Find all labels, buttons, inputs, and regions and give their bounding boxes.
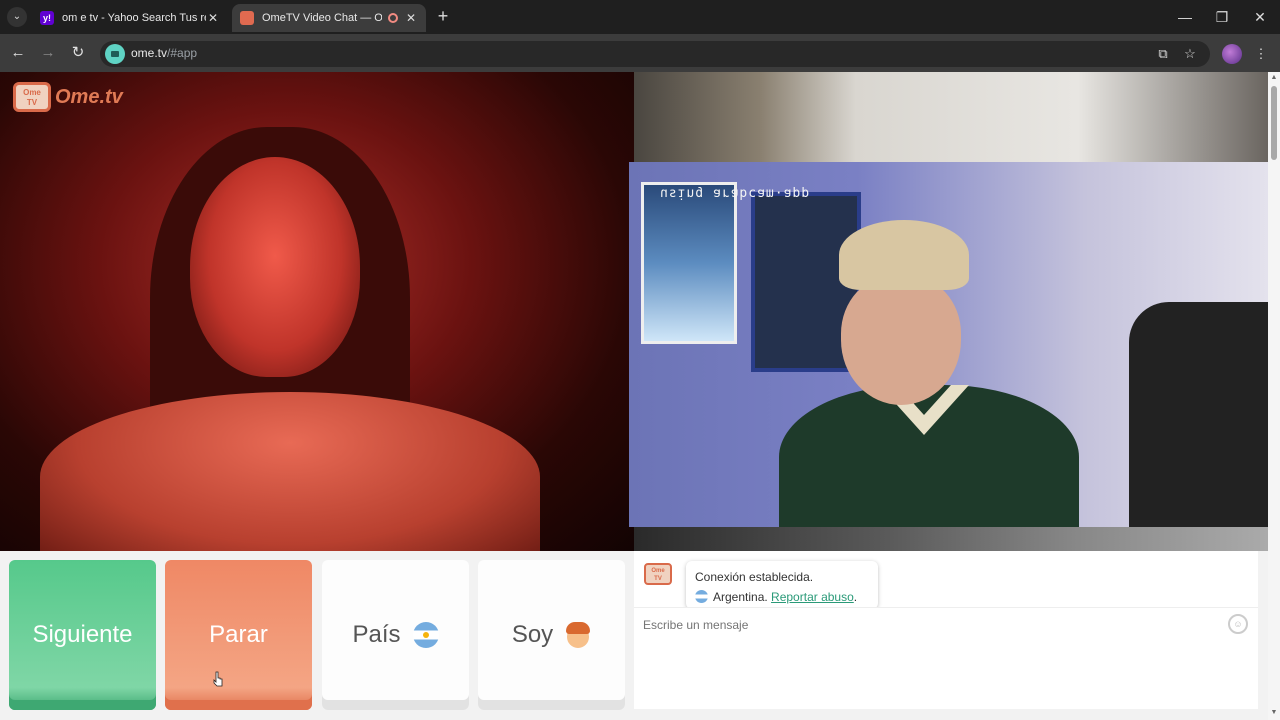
camera-person bbox=[779, 220, 1079, 527]
chat-controls: Siguiente Parar País Soy bbox=[0, 551, 634, 720]
tab-ometv[interactable]: OmeTV Video Chat — Ome ✕ bbox=[232, 4, 426, 32]
scroll-thumb[interactable] bbox=[1271, 86, 1277, 160]
camera-background-bottom bbox=[634, 527, 1268, 551]
connection-status: Conexión establecida. bbox=[695, 570, 814, 584]
cast-icon[interactable]: ⧉ bbox=[1154, 45, 1172, 63]
gender-button[interactable]: Soy bbox=[478, 560, 625, 710]
mouse-cursor-icon bbox=[213, 671, 223, 687]
close-tab-icon[interactable]: ✕ bbox=[404, 11, 418, 25]
logo-tv-icon: Ome TV bbox=[13, 82, 51, 112]
recording-icon bbox=[388, 13, 398, 23]
stop-button[interactable]: Parar bbox=[165, 560, 312, 710]
tab-title: om e tv - Yahoo Search Tus resu bbox=[62, 12, 206, 24]
country-filter-button[interactable]: País bbox=[322, 560, 469, 710]
poster-image bbox=[641, 182, 737, 344]
country-label: País bbox=[352, 621, 401, 648]
restore-button[interactable]: ❐ bbox=[1207, 6, 1237, 28]
url-path: /#app bbox=[167, 46, 198, 60]
tab-yahoo-search[interactable]: y! om e tv - Yahoo Search Tus resu ✕ bbox=[32, 4, 228, 32]
gaming-chair bbox=[1129, 302, 1280, 527]
country-name: Argentina. bbox=[713, 590, 768, 604]
reload-button[interactable]: ↻ bbox=[67, 42, 89, 64]
logo-text: Ome.tv bbox=[55, 85, 123, 108]
scroll-down-arrow-icon[interactable]: ▼ bbox=[1270, 709, 1278, 717]
argentina-flag-icon bbox=[695, 590, 708, 603]
video-subject-body bbox=[40, 392, 540, 551]
stop-label: Parar bbox=[209, 621, 268, 648]
ometv-avatar-icon: Ome TV bbox=[644, 563, 672, 585]
tab-search-button[interactable]: ⌄ bbox=[7, 7, 27, 27]
next-button[interactable]: Siguiente bbox=[9, 560, 156, 710]
address-bar[interactable] bbox=[100, 41, 1210, 67]
forward-button[interactable]: → bbox=[37, 42, 59, 64]
close-window-button[interactable]: ✕ bbox=[1245, 6, 1275, 28]
url-text[interactable]: ome.tv/#app bbox=[131, 46, 197, 60]
report-abuse-link[interactable]: Reportar abuso bbox=[771, 590, 854, 604]
minimize-button[interactable]: — bbox=[1170, 6, 1200, 28]
message-input[interactable] bbox=[643, 616, 1203, 634]
back-button[interactable]: ← bbox=[7, 42, 29, 64]
close-tab-icon[interactable]: ✕ bbox=[206, 11, 220, 25]
ometv-icon bbox=[240, 11, 254, 25]
next-label: Siguiente bbox=[32, 621, 133, 648]
page-scrollbar[interactable]: ▲ ▼ bbox=[1268, 72, 1280, 720]
new-tab-button[interactable]: + bbox=[434, 7, 452, 27]
person-face bbox=[841, 275, 961, 405]
tab-strip: ⌄ y! om e tv - Yahoo Search Tus resu ✕ O… bbox=[0, 0, 1280, 34]
bookmark-star-icon[interactable]: ☆ bbox=[1181, 45, 1199, 63]
argentina-flag-icon bbox=[412, 622, 439, 648]
scroll-up-arrow-icon[interactable]: ▲ bbox=[1270, 74, 1278, 82]
tab-title: OmeTV Video Chat — Ome bbox=[262, 12, 382, 24]
url-host: ome.tv bbox=[131, 46, 168, 60]
video-subject-face bbox=[190, 157, 360, 377]
boy-emoji-icon bbox=[565, 622, 591, 648]
camera-background-top bbox=[634, 72, 1268, 162]
ometv-logo[interactable]: Ome TV Ome.tv bbox=[13, 80, 123, 114]
site-info-icon[interactable] bbox=[105, 44, 125, 64]
system-message: Conexión establecida. Argentina. Reporta… bbox=[686, 561, 878, 609]
yahoo-icon: y! bbox=[40, 11, 54, 25]
country-line: Argentina. Reportar abuso. bbox=[695, 587, 869, 607]
gender-label: Soy bbox=[511, 621, 554, 648]
profile-avatar[interactable] bbox=[1222, 44, 1242, 64]
person-cap bbox=[839, 220, 969, 290]
person-body bbox=[779, 385, 1079, 527]
mirrored-overlay-text: ddɐ·ɯɐɔqɐɹɐ ɓuᴉsn bbox=[659, 186, 810, 201]
stranger-video: Ome TV Ome.tv bbox=[0, 72, 634, 551]
camera-pip: ddɐ·ɯɐɔqɐɹɐ ɓuᴉsn bbox=[629, 162, 1280, 527]
report-suffix: . bbox=[853, 590, 858, 604]
message-composer: ☺ bbox=[634, 607, 1258, 641]
browser-menu-icon[interactable]: ⋮ bbox=[1252, 45, 1270, 63]
emoji-icon[interactable]: ☺ bbox=[1228, 614, 1248, 634]
